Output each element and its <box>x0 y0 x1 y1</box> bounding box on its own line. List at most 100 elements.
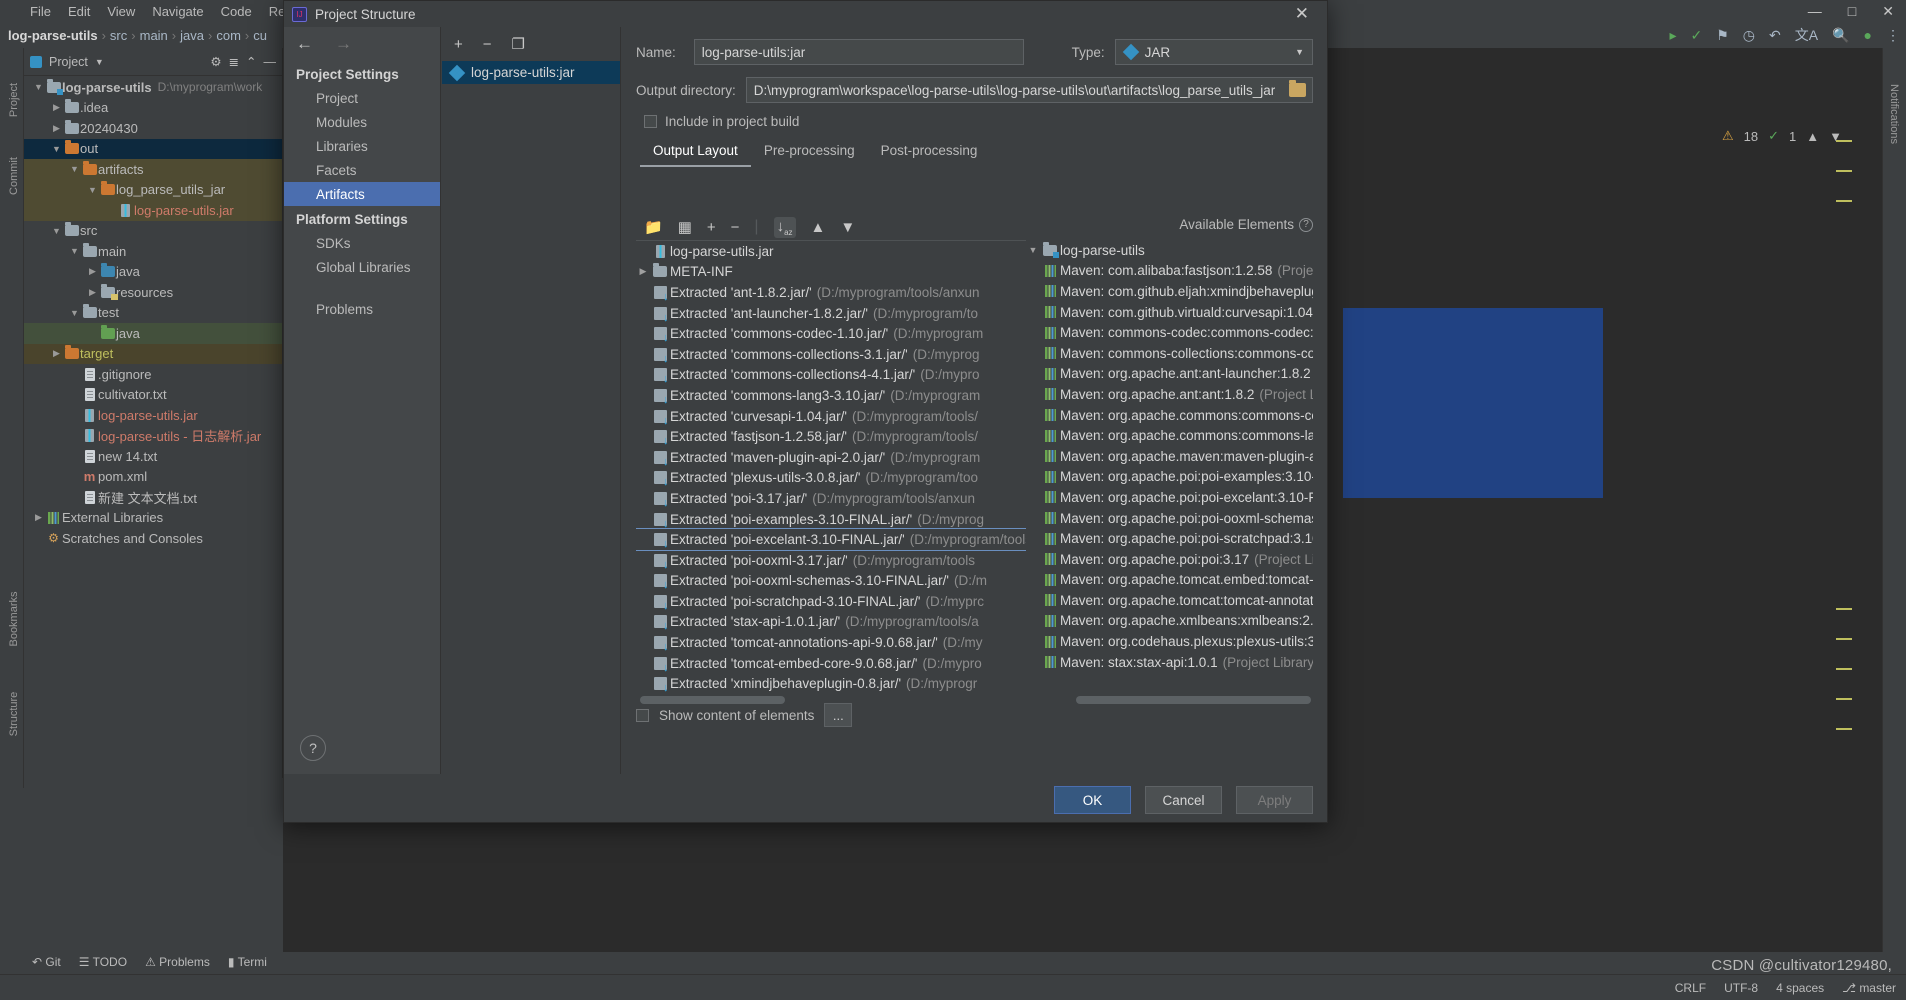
available-elements-row[interactable]: Maven: org.apache.ant:ant:1.8.2 (Project … <box>1026 384 1313 405</box>
output-layout-row[interactable]: Extracted 'curvesapi-1.04.jar/'(D:/mypro… <box>636 406 1026 427</box>
artifact-name-input[interactable]: log-parse-utils:jar <box>693 39 1024 65</box>
available-elements-row[interactable]: Maven: commons-collections:commons-colle… <box>1026 343 1313 364</box>
project-tree-row[interactable]: ▼ out <box>24 138 282 159</box>
output-layout-tree[interactable]: log-parse-utils.jar ▶ META-INF Extracted 'a… <box>636 240 1026 704</box>
create-archive-icon[interactable]: ▦ <box>678 218 692 236</box>
tree-expand-arrow-icon[interactable]: ▼ <box>50 144 63 154</box>
include-in-build-row[interactable]: Include in project build <box>622 103 1327 129</box>
remove-artifact-icon[interactable]: − <box>483 36 492 53</box>
output-directory-input[interactable]: D:\myprogram\workspace\log-parse-utils\l… <box>745 77 1313 103</box>
apply-button[interactable]: Apply <box>1236 786 1313 814</box>
status-branch[interactable]: ⎇ master <box>1842 981 1896 995</box>
tree-expand-arrow-icon[interactable]: ▼ <box>68 164 81 174</box>
output-layout-row[interactable]: Extracted 'commons-lang3-3.10.jar/'(D:/m… <box>636 385 1026 406</box>
cancel-button[interactable]: Cancel <box>1145 786 1222 814</box>
tool-button-problems[interactable]: ⚠ Problems <box>145 955 210 969</box>
hide-icon[interactable]: — <box>264 55 277 69</box>
tab-pre-processing[interactable]: Pre-processing <box>751 139 868 167</box>
tool-strip-notifications[interactable]: Notifications <box>1888 78 1900 150</box>
settings-icon[interactable]: ⚙ <box>210 54 221 69</box>
maximize-icon[interactable]: □ <box>1848 3 1856 19</box>
output-layout-row[interactable]: Extracted 'poi-excelant-3.10-FINAL.jar/'… <box>636 528 1026 551</box>
search-icon[interactable]: 🔍 <box>1832 27 1849 44</box>
output-layout-row[interactable]: Extracted 'poi-ooxml-3.17.jar/'(D:/mypro… <box>636 550 1026 571</box>
available-elements-row[interactable]: Maven: commons-codec:commons-codec:1.10(… <box>1026 322 1313 343</box>
output-layout-row[interactable]: Extracted 'commons-collections4-4.1.jar/… <box>636 365 1026 385</box>
available-elements-row[interactable]: Maven: org.apache.tomcat.embed:tomcat-em… <box>1026 570 1313 591</box>
nav-item-artifacts[interactable]: Artifacts <box>284 182 440 206</box>
tree-expand-arrow-icon[interactable]: ▶ <box>32 512 45 523</box>
include-in-build-checkbox[interactable] <box>644 115 657 128</box>
tree-expand-arrow-icon[interactable]: ▼ <box>50 226 63 236</box>
project-tree-row[interactable]: new 14.txt <box>24 446 282 467</box>
output-layout-row[interactable]: Extracted 'poi-3.17.jar/'(D:/myprogram/t… <box>636 488 1026 509</box>
tool-strip-bookmarks[interactable]: Bookmarks <box>8 583 20 655</box>
show-content-options-button[interactable]: ... <box>824 703 853 727</box>
available-elements-row[interactable]: Maven: com.github.eljah:xmindjbehaveplug… <box>1026 281 1313 302</box>
project-tree-row[interactable]: ▶ resources <box>24 282 282 303</box>
tree-expand-arrow-icon[interactable]: ▶ <box>86 266 99 277</box>
close-icon[interactable]: ✕ <box>1882 3 1894 20</box>
tree-expand-arrow-icon[interactable]: ▶ <box>50 348 63 359</box>
browse-folder-icon[interactable] <box>1289 80 1306 97</box>
output-layout-row[interactable]: Extracted 'tomcat-embed-core-9.0.68.jar/… <box>636 653 1026 674</box>
available-elements-row[interactable]: Maven: com.github.virtuald:curvesapi:1.0… <box>1026 302 1313 323</box>
nav-item-problems[interactable]: Problems <box>284 297 440 321</box>
project-tree-row[interactable]: m pom.xml <box>24 467 282 488</box>
undo-icon[interactable]: ↶ <box>1769 27 1781 44</box>
chevron-down-icon[interactable]: ▼ <box>1829 129 1842 144</box>
nav-item-project[interactable]: Project <box>284 86 440 110</box>
help-icon[interactable]: ? <box>1299 217 1313 232</box>
tree-collapse-arrow-icon[interactable]: ▼ <box>1026 245 1040 255</box>
tool-button-git[interactable]: ↶ Git <box>32 955 61 969</box>
tree-expand-arrow-icon[interactable]: ▶ <box>50 123 63 134</box>
remove-element-icon[interactable]: − <box>731 219 740 236</box>
output-layout-row[interactable]: Extracted 'commons-collections-3.1.jar/'… <box>636 344 1026 365</box>
tree-expand-arrow-icon[interactable]: ▶ <box>636 266 650 277</box>
project-tree-row[interactable]: ▶ External Libraries <box>24 508 282 529</box>
tree-expand-arrow-icon[interactable]: ▼ <box>32 82 45 92</box>
collapse-icon[interactable]: ≣ <box>229 54 239 69</box>
breadcrumb-item-2[interactable]: main <box>140 28 168 43</box>
output-layout-row[interactable]: Extracted 'ant-launcher-1.8.2.jar/'(D:/m… <box>636 303 1026 324</box>
available-elements-row[interactable]: Maven: org.apache.tomcat:tomcat-annotati… <box>1026 590 1313 611</box>
inspection-widget[interactable]: ⚠ 18 ✓ 1 ▲ ▼ <box>1722 128 1842 144</box>
menu-item-edit[interactable]: Edit <box>68 4 90 19</box>
output-layout-row[interactable]: Extracted 'poi-scratchpad-3.10-FINAL.jar… <box>636 591 1026 612</box>
available-elements-row[interactable]: Maven: org.apache.commons:commons-lang3:… <box>1026 425 1313 446</box>
chevron-down-icon[interactable]: ▼ <box>95 57 104 67</box>
project-tree-row[interactable]: ▼ log-parse-utils D:\myprogram\work <box>24 77 282 98</box>
available-elements-row[interactable]: Maven: org.apache.commons:commons-collec… <box>1026 405 1313 426</box>
minimize-icon[interactable]: — <box>1808 3 1822 19</box>
output-layout-row[interactable]: log-parse-utils.jar <box>636 241 1026 262</box>
help-button[interactable]: ? <box>300 735 326 761</box>
status-indent[interactable]: 4 spaces <box>1776 981 1824 995</box>
tool-button-terminal[interactable]: ▮ Termi <box>228 955 267 969</box>
menu-item-code[interactable]: Code <box>221 4 252 19</box>
breadcrumb-item-0[interactable]: log-parse-utils <box>8 28 98 43</box>
breadcrumb-item-4[interactable]: com <box>216 28 241 43</box>
breadcrumb-item-1[interactable]: src <box>110 28 127 43</box>
output-layout-row[interactable]: Extracted 'tomcat-annotations-api-9.0.68… <box>636 632 1026 653</box>
breadcrumb-item-5[interactable]: cu <box>253 28 267 43</box>
forward-arrow-icon[interactable]: → <box>335 34 352 54</box>
project-tree-row[interactable]: ▶ .idea <box>24 98 282 119</box>
chevron-up-icon[interactable]: ▲ <box>1806 129 1819 144</box>
move-up-icon[interactable]: ▲ <box>811 219 826 236</box>
nav-item-global-libraries[interactable]: Global Libraries <box>284 255 440 279</box>
tree-expand-arrow-icon[interactable]: ▼ <box>68 308 81 318</box>
menu-item-view[interactable]: View <box>107 4 135 19</box>
project-tree[interactable]: ▼ log-parse-utils D:\myprogram\work ▶ .idea ▶… <box>24 77 282 778</box>
available-elements-row[interactable]: Maven: stax:stax-api:1.0.1 (Project Libra… <box>1026 652 1313 673</box>
account-icon[interactable]: ● <box>1864 27 1872 43</box>
project-tree-row[interactable]: cultivator.txt <box>24 385 282 406</box>
tool-button-todo[interactable]: ☰ TODO <box>79 955 127 969</box>
tree-expand-arrow-icon[interactable]: ▶ <box>50 102 63 113</box>
nav-item-facets[interactable]: Facets <box>284 158 440 182</box>
available-elements-row[interactable]: ▼ log-parse-utils <box>1026 240 1313 261</box>
output-layout-row[interactable]: Extracted 'poi-examples-3.10-FINAL.jar/'… <box>636 509 1026 530</box>
project-tree-row[interactable]: ▶ 20240430 <box>24 118 282 139</box>
tool-strip-commit[interactable]: Commit <box>8 140 20 212</box>
project-tree-row[interactable]: 新建 文本文档.txt <box>24 487 282 508</box>
project-tree-row[interactable]: ▼ main <box>24 241 282 262</box>
